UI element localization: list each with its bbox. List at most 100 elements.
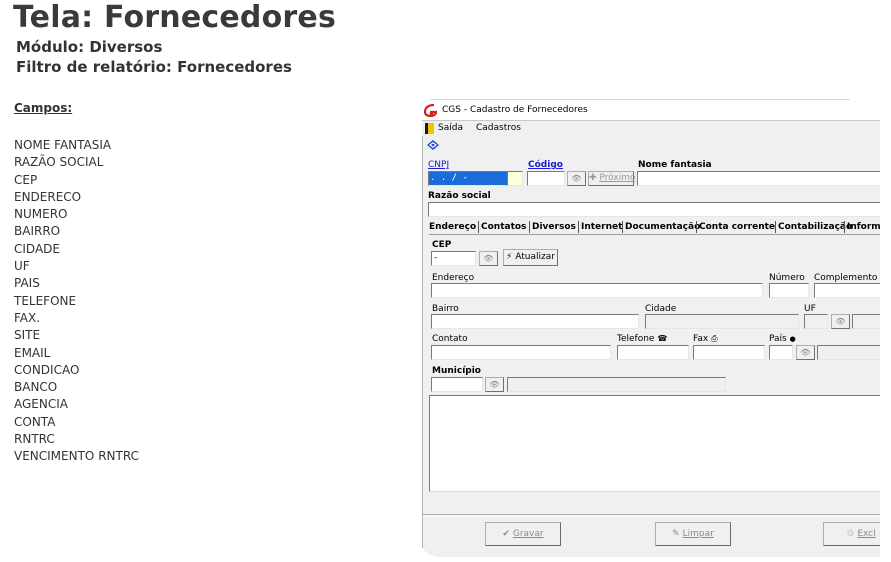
menubar: Saída Cadastros (422, 120, 880, 136)
binoculars-icon: 👁 (571, 174, 582, 183)
tab-conta-corrente[interactable]: Conta corrente (699, 219, 775, 235)
proximo-button[interactable]: ✚ Próximo (588, 171, 636, 186)
field-item: NUMERO (14, 207, 68, 222)
binoculars-icon: 👁 (800, 348, 811, 357)
binoculars-icon: 👁 (489, 380, 500, 389)
field-item: BAIRRO (14, 224, 61, 239)
fax-label: Fax ⎙ (693, 334, 718, 344)
pais-name-input (817, 345, 880, 360)
limpar-label: Limpar (682, 529, 714, 539)
report-filter-subtitle: Filtro de relatório: Fornecedores (16, 58, 292, 76)
menu-exit[interactable]: Saída (438, 123, 463, 133)
atualizar-button[interactable]: ⚡ Atualizar (503, 249, 558, 266)
tab-documenta-o[interactable]: Documentação (625, 219, 700, 235)
tab-separator (578, 221, 579, 233)
field-item: NOME FANTASIA (14, 138, 112, 152)
cidade-label: Cidade (645, 304, 677, 314)
cnpj-input[interactable]: . . / - (428, 171, 508, 186)
gravar-label: Gravar (512, 529, 544, 539)
exit-door-icon[interactable] (425, 123, 434, 134)
telefone-input[interactable] (617, 345, 689, 360)
nome-fantasia-input[interactable] (637, 171, 880, 186)
tab-separator (478, 221, 479, 233)
codigo-input[interactable] (527, 171, 565, 186)
municipio-label: Município (432, 366, 481, 376)
municipio-search-button[interactable]: 👁 (485, 377, 504, 392)
menu-cadastros[interactable]: Cadastros (476, 123, 521, 133)
complemento-input[interactable] (814, 283, 880, 298)
notes-area[interactable] (429, 395, 880, 492)
trash-icon: ♲ (846, 529, 855, 539)
uf-input[interactable] (804, 314, 828, 329)
cep-input[interactable]: - (431, 251, 476, 266)
endereco-input[interactable] (431, 283, 763, 298)
tab-separator (844, 221, 845, 233)
proximo-label: Próximo (599, 173, 636, 183)
uf-name-input (852, 314, 880, 329)
complemento-label: Complemento (814, 273, 878, 283)
lightning-icon: ⚡ (506, 252, 513, 262)
excluir-label: Excl (857, 529, 876, 539)
tab-diversos[interactable]: Diversos (532, 219, 576, 235)
fax-input[interactable] (693, 345, 765, 360)
telefone-label: Telefone ☎ (617, 334, 668, 344)
razao-social-input[interactable] (428, 202, 880, 217)
endereco-label: Endereço (432, 273, 475, 283)
cidade-input (645, 314, 799, 329)
numero-input[interactable] (769, 283, 809, 298)
globe-icon: ● (789, 335, 796, 343)
bairro-input[interactable] (431, 314, 639, 329)
pais-label: País ● (769, 334, 796, 344)
window-title: CGS - Cadastro de Fornecedores (442, 105, 588, 115)
field-item: ENDERECO (14, 189, 82, 204)
cep-search-button[interactable]: 👁 (479, 251, 498, 266)
pais-search-button[interactable]: 👁 (796, 345, 815, 360)
tab-separator (622, 221, 623, 233)
module-subtitle: Módulo: Diversos (16, 38, 163, 56)
numero-label: Número (769, 273, 805, 283)
fields-list: NOME FANTASIA RAZÃO SOCIAL CEP ENDERECO NUME… (14, 137, 139, 466)
tab-contatos[interactable]: Contatos (481, 219, 526, 235)
supplier-window: CGS - Cadastro de Fornecedores Saída Cad… (418, 100, 880, 557)
field-item: VENCIMENTO RNTRC (14, 449, 139, 464)
tab-separator (696, 221, 697, 233)
razao-social-label: Razão social (428, 191, 491, 201)
limpar-button[interactable]: ✎ Limpar (655, 522, 731, 546)
navigate-icon[interactable] (427, 140, 439, 150)
page-title: Tela: Fornecedores (13, 0, 336, 35)
field-item: EMAIL (14, 345, 51, 360)
pais-input[interactable] (769, 345, 793, 360)
form-client-area: CNPJ Código Nome fantasia . . / - 👁 ✚ Pr… (422, 136, 880, 557)
field-item: RAZÃO SOCIAL (14, 155, 104, 170)
fax-icon: ⎙ (711, 334, 718, 343)
footer-divider-highlight (423, 516, 880, 517)
field-item: RNTRC (14, 432, 55, 447)
municipio-name-input (507, 377, 726, 392)
tab-separator (775, 221, 776, 233)
gravar-button[interactable]: ✔ Gravar (485, 522, 561, 546)
eraser-icon: ✎ (672, 529, 680, 539)
excluir-button[interactable]: ♲ Excl (823, 522, 880, 546)
tab-strip: Endereço Contatos Diversos Internet Document… (429, 219, 880, 235)
contato-label: Contato (432, 334, 468, 344)
uf-label: UF (804, 304, 816, 314)
footer-divider (423, 514, 880, 515)
field-item: CONDICAO (14, 362, 80, 377)
tab-internet[interactable]: Internet (581, 219, 622, 235)
cnpj-check-field[interactable] (507, 171, 523, 186)
field-item: FAX. (14, 310, 41, 325)
field-item: SITE (14, 328, 41, 343)
uf-search-button[interactable]: 👁 (831, 314, 850, 329)
bairro-label: Bairro (432, 304, 459, 314)
tab-informa[interactable]: Informa (847, 219, 880, 235)
atualizar-label: Atualizar (515, 252, 555, 262)
tab-endere-o[interactable]: Endereço (429, 219, 476, 235)
binoculars-icon: 👁 (835, 317, 846, 326)
cnpj-label: CNPJ (428, 160, 450, 170)
contato-input[interactable] (431, 345, 611, 360)
tab-contabiliza-o[interactable]: Contabilização (778, 219, 852, 235)
field-item: AGENCIA (14, 397, 68, 412)
municipio-input[interactable] (431, 377, 483, 392)
codigo-search-button[interactable]: 👁 (567, 171, 586, 186)
fields-heading: Campos: (14, 101, 73, 115)
